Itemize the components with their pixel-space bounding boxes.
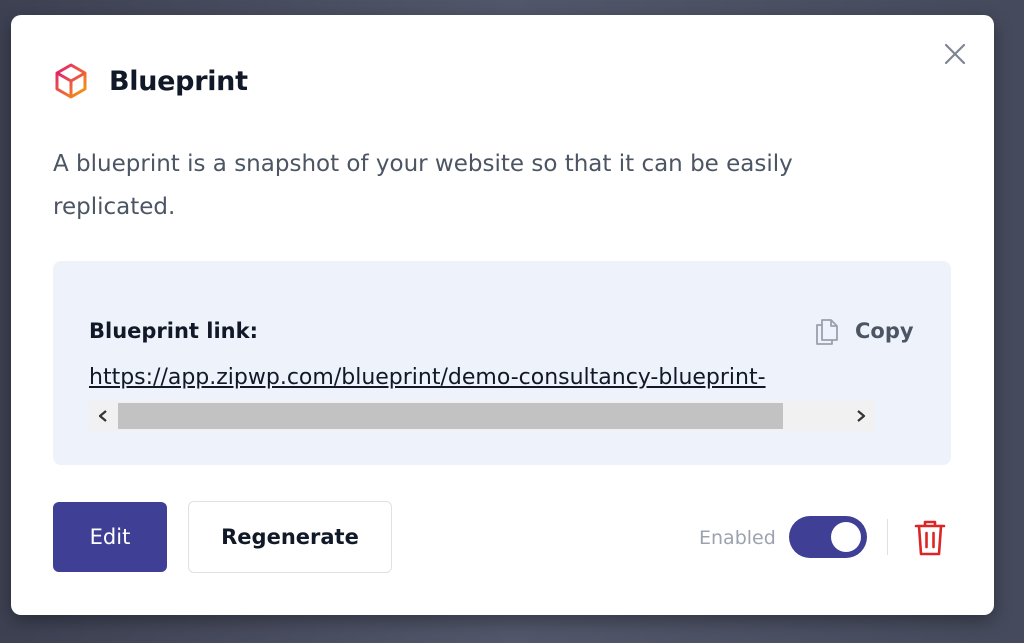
edit-button[interactable]: Edit [53, 502, 167, 572]
cube-icon [55, 63, 87, 99]
blueprint-dialog: Blueprint A blueprint is a snapshot of y… [11, 15, 994, 615]
chevron-right-icon [857, 410, 866, 422]
copy-label: Copy [855, 319, 914, 343]
blueprint-link-panel: Blueprint link: Copy https://app.zipwp.c… [53, 261, 951, 465]
copy-icon [816, 319, 838, 345]
delete-button[interactable] [913, 518, 947, 558]
blueprint-link-label: Blueprint link: [89, 319, 258, 343]
scroll-right-button[interactable] [847, 401, 875, 431]
scrollbar-thumb[interactable] [118, 403, 783, 429]
horizontal-scrollbar[interactable] [89, 401, 875, 431]
scroll-left-button[interactable] [89, 401, 117, 431]
dialog-title: Blueprint [109, 65, 248, 97]
close-button[interactable] [942, 41, 968, 67]
dialog-header: Blueprint [52, 63, 248, 99]
blueprint-url-link[interactable]: https://app.zipwp.com/blueprint/demo-con… [89, 363, 766, 393]
enabled-toggle[interactable] [789, 516, 867, 558]
dialog-description: A blueprint is a snapshot of your websit… [53, 151, 793, 220]
toggle-knob [831, 522, 861, 552]
actions-divider [887, 519, 888, 555]
copy-button[interactable]: Copy [813, 316, 914, 346]
chevron-left-icon [98, 410, 107, 422]
enabled-toggle-label: Enabled [699, 527, 776, 549]
link-fade-overlay [807, 363, 875, 403]
trash-icon [914, 520, 946, 556]
regenerate-button[interactable]: Regenerate [188, 501, 392, 573]
close-icon [944, 43, 966, 65]
